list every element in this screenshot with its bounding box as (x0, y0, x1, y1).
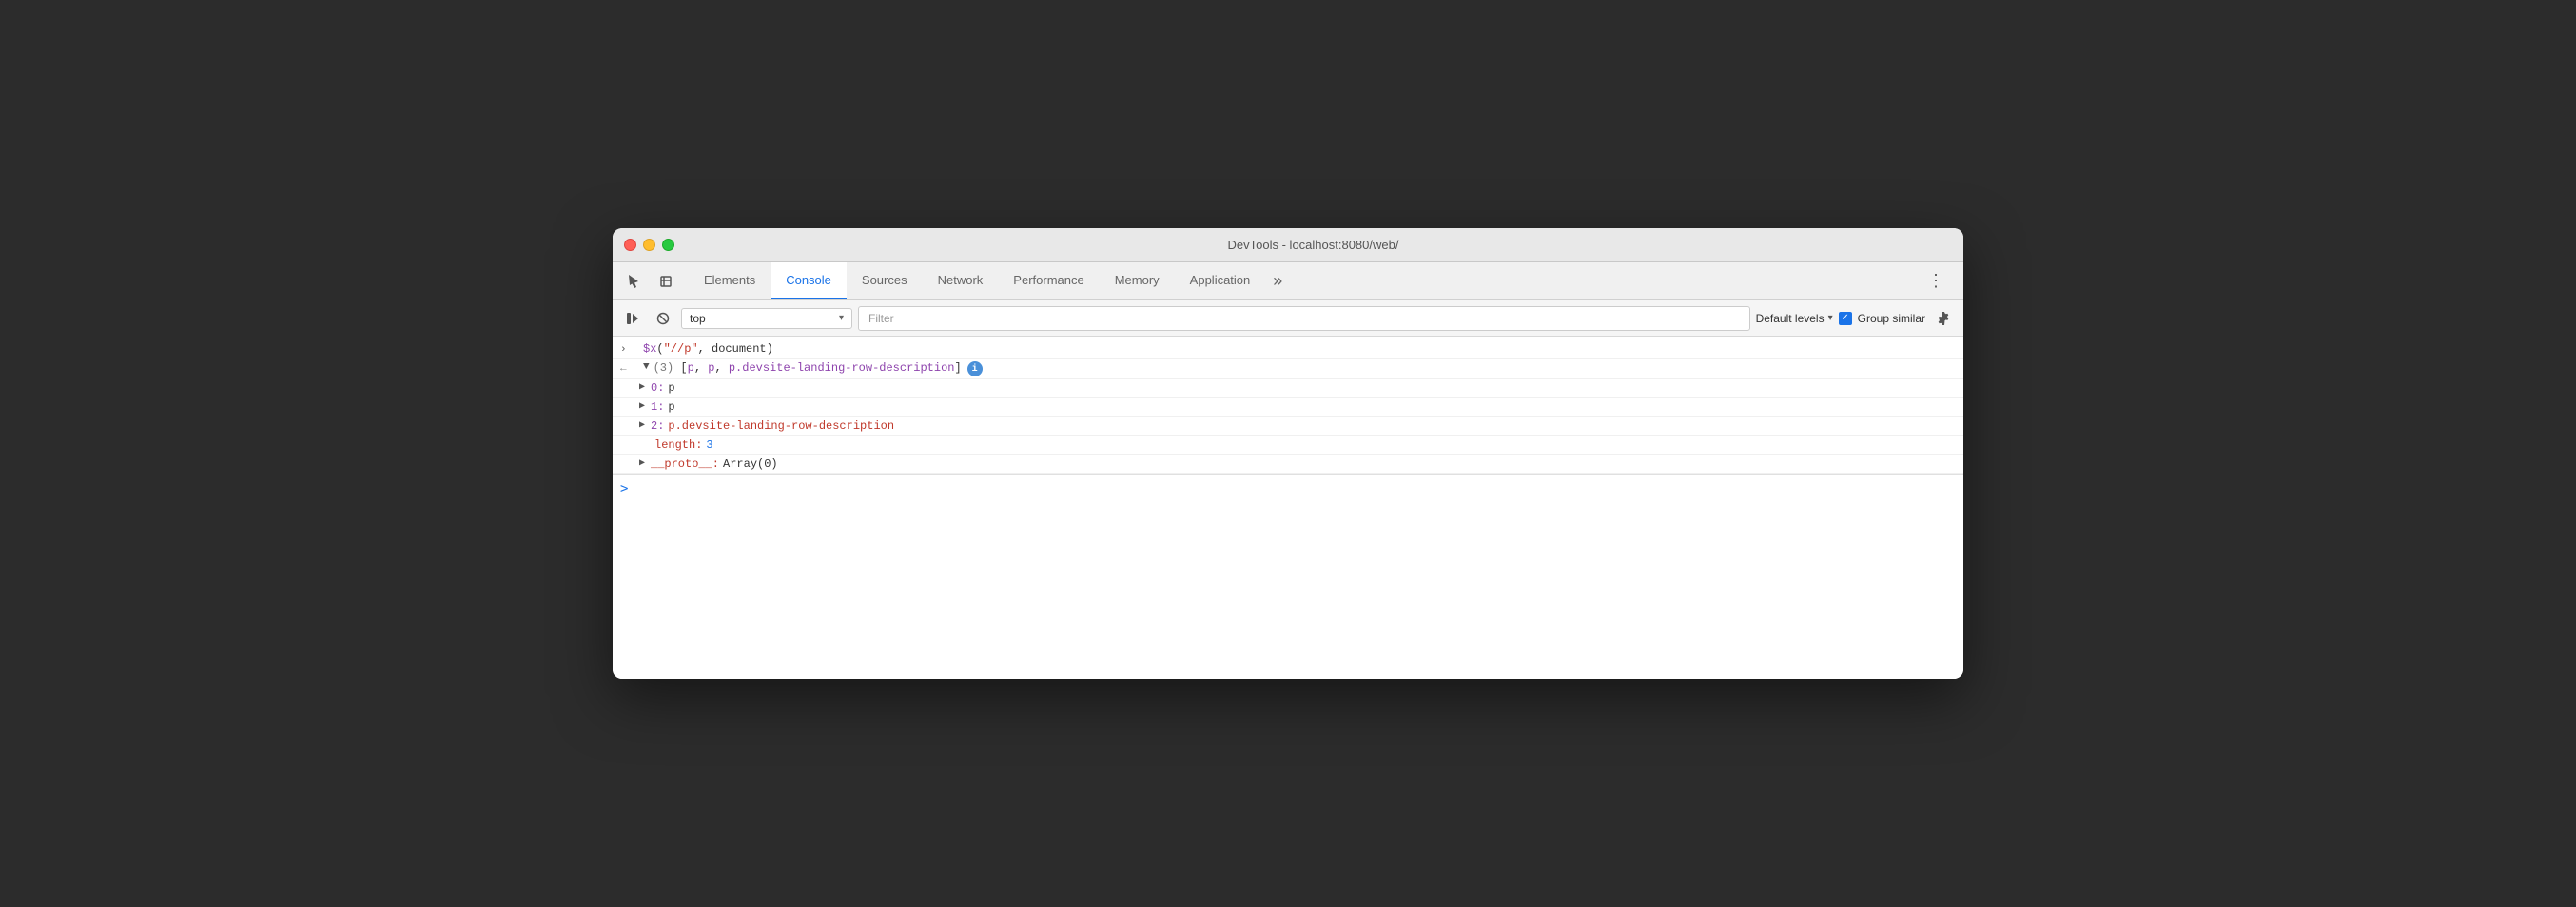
info-badge-icon: i (967, 361, 983, 376)
item-2-value: p.devsite-landing-row-description (668, 419, 894, 433)
array-bracket-open: [ (680, 361, 687, 375)
expand-item-2-icon[interactable]: ▶ (639, 419, 649, 431)
console-prompt-row: > (613, 474, 1963, 502)
tab-bar-icons (620, 262, 689, 299)
expand-item-0-icon[interactable]: ▶ (639, 381, 649, 393)
console-input-row: › $x("//p", document) (613, 340, 1963, 359)
array-item-1: ▶ 1: p (613, 398, 1963, 417)
filter-input[interactable] (858, 306, 1750, 331)
proto-value: Array(0) (723, 457, 778, 471)
array-item-2: ▶ 2: p.devsite-landing-row-description (613, 417, 1963, 436)
tab-performance[interactable]: Performance (998, 262, 1099, 299)
array-bracket-close: ] (954, 361, 961, 375)
length-value: 3 (706, 438, 712, 452)
tab-bar: Elements Console Sources Network Perform… (613, 262, 1963, 300)
minimize-button[interactable] (643, 239, 655, 251)
back-arrow-icon: ← (620, 363, 639, 375)
context-dropdown[interactable]: top ▾ (681, 308, 852, 329)
tab-elements[interactable]: Elements (689, 262, 771, 299)
console-toolbar: top ▾ Default levels ▾ ✓ Group similar (613, 300, 1963, 337)
tab-application[interactable]: Application (1175, 262, 1266, 299)
expand-item-1-icon[interactable]: ▶ (639, 400, 649, 412)
expand-proto-icon[interactable]: ▶ (639, 457, 649, 469)
console-content: › $x("//p", document) ← ▼ (3) [ p , p , … (613, 337, 1963, 679)
item-1-index: 1: (651, 400, 664, 414)
title-bar: DevTools - localhost:8080/web/ (613, 228, 1963, 262)
group-similar-checkbox[interactable]: ✓ (1839, 312, 1852, 325)
console-input-code: $x("//p", document) (643, 342, 773, 356)
tab-console[interactable]: Console (771, 262, 847, 299)
dropdown-arrow-icon: ▾ (839, 313, 844, 323)
item-0-index: 0: (651, 381, 664, 395)
devtools-menu-button[interactable]: ⋮ (1920, 267, 1952, 295)
tab-settings-right: ⋮ (1920, 262, 1956, 299)
tab-sources[interactable]: Sources (847, 262, 923, 299)
length-prop-row: length: 3 (613, 436, 1963, 455)
array-element-p1: p (688, 361, 694, 375)
more-tabs-button[interactable]: » (1265, 262, 1290, 299)
tab-network[interactable]: Network (923, 262, 999, 299)
proto-row: ▶ __proto__: Array(0) (613, 455, 1963, 474)
window-controls (624, 239, 674, 251)
array-count: (3) (654, 361, 681, 375)
levels-arrow-icon: ▾ (1828, 313, 1833, 323)
item-1-value: p (668, 400, 674, 414)
group-similar-toggle[interactable]: ✓ Group similar (1839, 312, 1925, 325)
close-button[interactable] (624, 239, 636, 251)
devtools-window: DevTools - localhost:8080/web/ Elements … (613, 228, 1963, 679)
input-prompt-icon: › (620, 344, 639, 356)
item-0-value: p (668, 381, 674, 395)
array-comma1: , (694, 361, 708, 375)
array-comma2: , (714, 361, 728, 375)
proto-key: __proto__: (651, 457, 719, 471)
window-title: DevTools - localhost:8080/web/ (674, 238, 1952, 252)
layers-icon-btn[interactable] (653, 268, 679, 295)
maximize-button[interactable] (662, 239, 674, 251)
settings-gear-button[interactable] (1931, 306, 1956, 331)
array-output-row: ← ▼ (3) [ p , p , p.devsite-landing-row-… (613, 359, 1963, 379)
array-item-0: ▶ 0: p (613, 379, 1963, 398)
tab-memory[interactable]: Memory (1100, 262, 1175, 299)
item-2-index: 2: (651, 419, 664, 433)
levels-dropdown[interactable]: Default levels ▾ (1756, 312, 1833, 325)
array-element-p2: p (708, 361, 714, 375)
play-icon-btn[interactable] (620, 306, 645, 331)
length-key: length: (654, 438, 702, 452)
array-element-p3: p.devsite-landing-row-description (729, 361, 955, 375)
cursor-icon-btn[interactable] (620, 268, 647, 295)
expand-arrow-icon[interactable]: ▼ (643, 361, 650, 373)
console-bottom-prompt[interactable]: > (620, 481, 628, 496)
block-icon-btn[interactable] (651, 306, 675, 331)
